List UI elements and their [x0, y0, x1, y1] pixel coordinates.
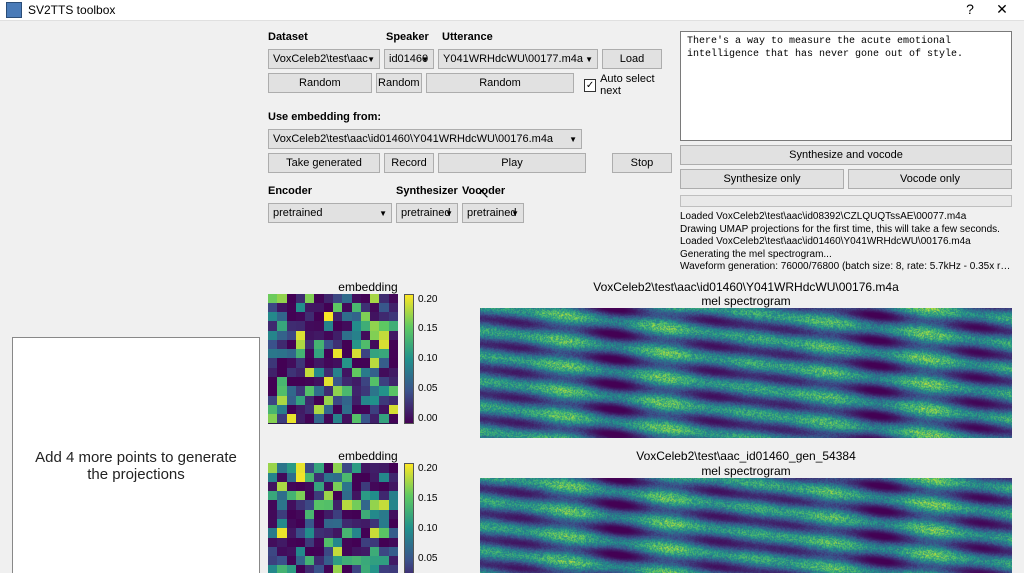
main-panel: Dataset Speaker Utterance VoxCeleb2\test…: [268, 31, 1012, 573]
title-bar: SV2TTS toolbox ? ✕: [0, 0, 1024, 21]
speaker-label: Speaker: [386, 31, 436, 43]
close-button[interactable]: ✕: [986, 0, 1018, 20]
app-icon: [6, 2, 22, 18]
projection-panel: Add 4 more points to generate the projec…: [12, 337, 260, 573]
text-input[interactable]: There's a way to measure the acute emoti…: [680, 31, 1012, 141]
embedding-heatmap: [268, 294, 398, 424]
embedding-plot-gen: embedding 0.20 0.15 0.10 0.05 0.0: [268, 449, 468, 573]
checkbox-icon: ✓: [584, 79, 596, 92]
plot-row-generated: embedding 0.20 0.15 0.10 0.05 0.0: [268, 449, 1012, 573]
record-button[interactable]: Record: [384, 153, 434, 173]
log-line: Loaded VoxCeleb2\test\aac\id01460\Y041WR…: [680, 236, 1012, 249]
utterance-combo[interactable]: Y041WRHdcWU\00177.m4a▼: [438, 49, 598, 69]
utterance-random-button[interactable]: Random: [426, 73, 574, 93]
progress-bar: [680, 195, 1012, 207]
app-window: SV2TTS toolbox ? ✕ ↖ Add 4 more points t…: [0, 0, 1024, 573]
vocoder-label: Vocoder: [462, 185, 524, 197]
vocode-only-button[interactable]: Vocode only: [848, 169, 1012, 189]
spectrogram-plot-gen: VoxCeleb2\test\aac_id01460_gen_54384 mel…: [480, 449, 1012, 573]
dataset-label: Dataset: [268, 31, 380, 43]
embedding-combo[interactable]: VoxCeleb2\test\aac\id01460\Y041WRHdcWU\0…: [268, 129, 582, 149]
spectrogram-file-title: VoxCeleb2\test\aac_id01460_gen_54384: [480, 449, 1012, 463]
embedding-title: embedding: [268, 449, 468, 463]
dataset-controls: Dataset Speaker Utterance VoxCeleb2\test…: [268, 31, 672, 274]
chevron-down-icon: ▼: [585, 55, 593, 64]
synthesizer-label: Synthesizer: [396, 185, 458, 197]
log-line: Drawing UMAP projections for the first t…: [680, 224, 1012, 237]
take-generated-button[interactable]: Take generated: [268, 153, 380, 173]
chevron-down-icon: ▼: [445, 209, 453, 218]
synthesizer-combo[interactable]: pretrained▼: [396, 203, 458, 223]
encoder-combo[interactable]: pretrained▼: [268, 203, 392, 223]
spectrogram-plot-orig: VoxCeleb2\test\aac\id01460\Y041WRHdcWU\0…: [480, 280, 1012, 442]
chevron-down-icon: ▼: [367, 55, 375, 64]
dataset-random-button[interactable]: Random: [268, 73, 372, 93]
projection-placeholder-text: Add 4 more points to generate the projec…: [33, 449, 239, 483]
colorbar: [404, 463, 414, 573]
dataset-combo[interactable]: VoxCeleb2\test\aac▼: [268, 49, 380, 69]
left-panel: Add 4 more points to generate the projec…: [12, 31, 260, 573]
colorbar-ticks: 0.20 0.15 0.10 0.05 0.00: [418, 294, 437, 424]
play-button[interactable]: Play: [438, 153, 586, 173]
embedding-title: embedding: [268, 280, 468, 294]
speaker-combo[interactable]: id01460▼: [384, 49, 434, 69]
synthesis-panel: There's a way to measure the acute emoti…: [680, 31, 1012, 274]
log-line: Waveform generation: 76000/76800 (batch …: [680, 261, 1012, 274]
chevron-down-icon: ▼: [379, 209, 387, 218]
spectrogram-canvas: [480, 308, 1012, 438]
chevron-down-icon: ▼: [421, 55, 429, 64]
window-title: SV2TTS toolbox: [28, 3, 954, 17]
plot-row-original: embedding 0.20 0.15 0.10 0.05 0.0: [268, 280, 1012, 442]
log-line: Loaded VoxCeleb2\test\aac\id08392\CZLQUQ…: [680, 211, 1012, 224]
colorbar: [404, 294, 414, 424]
spectrogram-label: mel spectrogram: [480, 464, 1012, 478]
help-button[interactable]: ?: [954, 0, 986, 20]
speaker-random-button[interactable]: Random: [376, 73, 422, 93]
spectrogram-canvas: [480, 478, 1012, 573]
encoder-label: Encoder: [268, 185, 392, 197]
embedding-section-label: Use embedding from:: [268, 111, 672, 123]
log-output: Loaded VoxCeleb2\test\aac\id08392\CZLQUQ…: [680, 211, 1012, 274]
embedding-heatmap: [268, 463, 398, 573]
spectrogram-file-title: VoxCeleb2\test\aac\id01460\Y041WRHdcWU\0…: [480, 280, 1012, 294]
spectrogram-label: mel spectrogram: [480, 294, 1012, 308]
stop-button[interactable]: Stop: [612, 153, 672, 173]
synthesize-vocode-button[interactable]: Synthesize and vocode: [680, 145, 1012, 165]
utterance-label: Utterance: [442, 31, 672, 43]
synthesize-only-button[interactable]: Synthesize only: [680, 169, 844, 189]
auto-select-label: Auto select next: [600, 73, 672, 97]
chevron-down-icon: ▼: [511, 209, 519, 218]
chevron-down-icon: ▼: [569, 135, 577, 144]
plots-area: embedding 0.20 0.15 0.10 0.05 0.0: [268, 280, 1012, 573]
log-line: Generating the mel spectrogram...: [680, 249, 1012, 262]
embedding-plot-orig: embedding 0.20 0.15 0.10 0.05 0.0: [268, 280, 468, 424]
load-button[interactable]: Load: [602, 49, 662, 69]
auto-select-checkbox[interactable]: ✓ Auto select next: [578, 73, 672, 97]
vocoder-combo[interactable]: pretrained▼: [462, 203, 524, 223]
colorbar-ticks: 0.20 0.15 0.10 0.05 0.00: [418, 463, 437, 573]
